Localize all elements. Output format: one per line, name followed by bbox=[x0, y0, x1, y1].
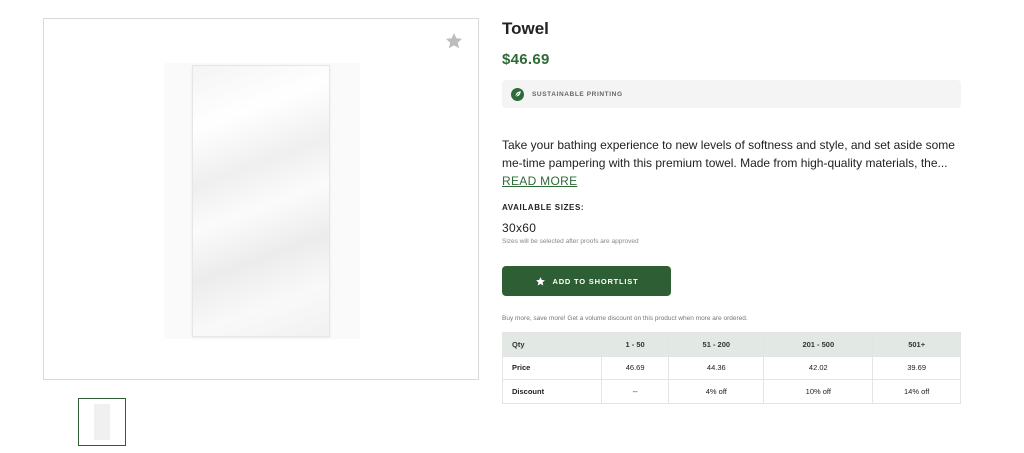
table-header-cell: Qty bbox=[502, 332, 602, 357]
table-row: Price 46.69 44.36 42.02 39.69 bbox=[502, 355, 961, 380]
table-cell: 42.02 bbox=[763, 355, 874, 380]
size-value: 30x60 bbox=[502, 221, 537, 235]
table-header-row: Qty 1 - 50 51 - 200 201 - 500 501+ bbox=[502, 332, 961, 357]
table-cell: -- bbox=[600, 379, 670, 404]
size-note: Sizes will be selected after proofs are … bbox=[502, 238, 639, 245]
table-header-cell: 1 - 50 bbox=[600, 332, 670, 357]
table-header-cell: 501+ bbox=[872, 332, 961, 357]
product-title: Towel bbox=[502, 19, 549, 38]
star-icon[interactable] bbox=[444, 31, 464, 51]
towel-image bbox=[192, 65, 330, 337]
volume-discount-note: Buy more, save more! Get a volume discou… bbox=[502, 315, 748, 322]
table-cell: 10% off bbox=[763, 379, 874, 404]
star-icon bbox=[535, 276, 545, 285]
badge-label: SUSTAINABLE PRINTING bbox=[532, 90, 623, 98]
table-cell: Discount bbox=[502, 379, 602, 404]
volume-pricing-table: Qty 1 - 50 51 - 200 201 - 500 501+ Price… bbox=[502, 332, 961, 404]
thumbnail-image bbox=[94, 404, 110, 440]
table-cell: 14% off bbox=[872, 379, 961, 404]
product-main-image[interactable] bbox=[43, 18, 479, 380]
available-sizes-label: AVAILABLE SIZES: bbox=[502, 203, 585, 212]
product-description: Take your bathing experience to new leve… bbox=[502, 138, 955, 170]
read-more-link[interactable]: READ MORE bbox=[502, 174, 577, 188]
product-price: $46.69 bbox=[502, 51, 550, 68]
table-header-cell: 51 - 200 bbox=[668, 332, 765, 357]
table-cell: 44.36 bbox=[668, 355, 765, 380]
table-row: Discount -- 4% off 10% off 14% off bbox=[502, 379, 961, 404]
table-cell: 46.69 bbox=[600, 355, 670, 380]
shortlist-button-label: ADD TO SHORTLIST bbox=[552, 276, 639, 286]
table-cell: 4% off bbox=[668, 379, 765, 404]
sustainable-badge: SUSTAINABLE PRINTING bbox=[502, 80, 961, 108]
thumbnail-towel[interactable] bbox=[78, 398, 126, 446]
leaf-icon bbox=[511, 87, 524, 101]
table-cell: 39.69 bbox=[872, 355, 961, 380]
table-cell: Price bbox=[502, 355, 602, 380]
table-header-cell: 201 - 500 bbox=[763, 332, 874, 357]
add-to-shortlist-button[interactable]: ADD TO SHORTLIST bbox=[502, 266, 671, 296]
